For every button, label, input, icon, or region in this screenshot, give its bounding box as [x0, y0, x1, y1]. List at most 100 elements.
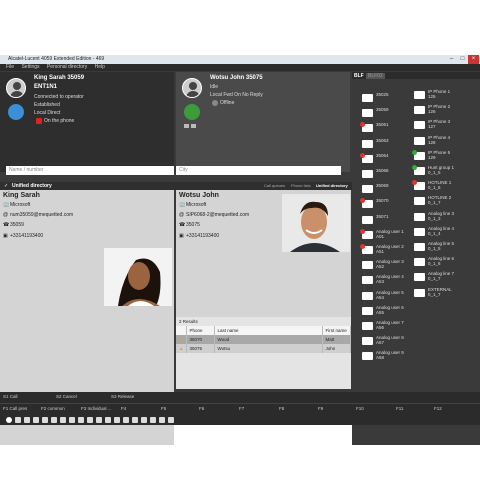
tab-unified-directory-left[interactable]: Unified directory — [12, 183, 52, 189]
fkey-12[interactable]: F12 — [434, 404, 442, 414]
people-icon[interactable] — [24, 417, 30, 423]
blf-item[interactable]: Analog user 6 A55 — [362, 305, 422, 320]
fkey-3[interactable]: F3 Individual ... — [81, 404, 112, 414]
fkey-4[interactable]: F4 — [121, 404, 126, 414]
blf-item[interactable]: EXTERNAL 0_1_7 — [414, 287, 474, 302]
chat-icon[interactable] — [8, 104, 24, 120]
blf-item[interactable]: 35071 — [362, 214, 422, 229]
tab-call-queues[interactable]: Call queues — [264, 183, 285, 188]
blf-item[interactable]: Analog user 1 A01 — [360, 228, 422, 244]
fkey-11[interactable]: F11 — [396, 404, 403, 414]
directory-checkbox-icon[interactable]: ✓ — [4, 183, 8, 189]
blf-item[interactable]: Analog user 3 A52 — [362, 259, 422, 274]
blf-item[interactable]: Analog line 6 0_1_6 — [414, 256, 474, 271]
softkey-call[interactable]: S1 Call — [3, 392, 18, 402]
blf-item[interactable]: 35069 — [362, 183, 422, 198]
fkey-5[interactable]: F5 — [161, 404, 166, 414]
blf-item[interactable]: Analog line 4 0_1_4 — [414, 226, 474, 241]
tab-phone-lists[interactable]: Phone lists — [291, 183, 311, 188]
blf-item[interactable]: IP Phone 4 128 — [414, 135, 474, 150]
blf-item[interactable]: Analog user 2 A51 — [360, 244, 422, 259]
volume-icon[interactable] — [51, 417, 57, 423]
blf-item[interactable]: Analog user 9 A58 — [362, 350, 422, 365]
transfer-icon[interactable] — [105, 417, 111, 423]
mail-icon[interactable] — [132, 417, 138, 423]
contact-company: Microsoft — [186, 202, 207, 208]
contact-mobile[interactable]: +33141193400 — [10, 233, 43, 239]
column-phone[interactable]: Phone — [186, 326, 215, 335]
table-row[interactable]: ▲ 35070 Wood Matt — [176, 335, 351, 344]
blf-item[interactable]: 35070 — [360, 198, 422, 213]
hold-icon[interactable] — [96, 417, 102, 423]
company-icon: 🏢 — [3, 202, 10, 208]
blf-item[interactable]: Analog user 7 A56 — [362, 320, 422, 335]
edit-icon[interactable] — [168, 417, 174, 423]
results-header-row: Phone Last name First name — [176, 326, 351, 335]
help-icon[interactable] — [159, 417, 165, 423]
fkey-10[interactable]: F10 — [356, 404, 364, 414]
keypad-icon[interactable] — [78, 417, 84, 423]
call-panel-left[interactable]: King Sarah 35059 ENT1N1 Connected to ope… — [0, 72, 174, 172]
tab-blf[interactable]: BLF — [354, 73, 364, 79]
softkey-cancel[interactable]: S2 Cancel — [56, 392, 77, 402]
blf-item[interactable]: HOTLINE 1 0_1_6 — [412, 180, 474, 195]
answer-call-icon[interactable] — [184, 104, 200, 120]
blf-item[interactable]: IP Phone 3 127 — [414, 119, 474, 134]
tab-unified-directory[interactable]: Unified directory — [316, 183, 348, 188]
fkey-9[interactable]: F9 — [318, 404, 323, 414]
menu-personal-directory[interactable]: Personal directory — [47, 64, 87, 71]
contact-mobile[interactable]: +33141193400 — [186, 233, 219, 239]
fkey-6[interactable]: F6 — [199, 404, 204, 414]
speaker-icon[interactable] — [42, 417, 48, 423]
table-row[interactable]: ▲ 35075 Wotsu John — [176, 344, 351, 353]
fkey-2[interactable]: F2 common — [41, 404, 65, 414]
fkey-1[interactable]: F1 Call pres — [3, 404, 27, 414]
blf-item[interactable]: Analog user 4 A53 — [362, 274, 422, 289]
blf-item[interactable]: IP Phone 1 125 — [414, 89, 474, 104]
blf-item[interactable]: Analog line 5 0_1_5 — [414, 241, 474, 256]
blf-item[interactable]: IP Phone 5 129 — [412, 149, 474, 165]
blf-item[interactable]: Analog line 7 0_1_7 — [414, 271, 474, 286]
blf-item[interactable]: 35061 — [360, 122, 422, 137]
blf-item[interactable]: Analog line 3 0_1_3 — [414, 211, 474, 226]
minimize-icon[interactable]: – — [446, 55, 457, 64]
blf-item[interactable]: 35059 — [362, 107, 422, 122]
park-icon[interactable] — [123, 417, 129, 423]
tab-blf02[interactable]: BLF02 — [366, 73, 385, 79]
arrow-right-icon[interactable] — [69, 417, 75, 423]
blf-item[interactable]: IP Phone 2 126 — [414, 104, 474, 119]
phone-status-icon — [362, 94, 373, 102]
menu-file[interactable]: File — [6, 64, 14, 71]
menu-help[interactable]: Help — [95, 64, 105, 71]
column-first-name[interactable]: First name — [322, 326, 351, 335]
contact-phone[interactable]: 35075 — [186, 222, 200, 228]
contact-email[interactable]: num35059@mequetted.com — [10, 212, 73, 218]
menu-settings[interactable]: Settings — [21, 64, 39, 71]
phone-icon[interactable] — [15, 417, 21, 423]
city-input[interactable]: City — [176, 166, 341, 175]
maximize-icon[interactable]: □ — [457, 55, 468, 64]
arrow-left-icon[interactable] — [60, 417, 66, 423]
blf-item[interactable]: Analog user 8 A57 — [362, 335, 422, 350]
close-icon[interactable]: × — [468, 55, 479, 64]
contact-phone[interactable]: 35059 — [10, 222, 24, 228]
blf-item[interactable]: 35025 — [362, 92, 422, 107]
chat-icon[interactable] — [87, 417, 93, 423]
blf-item[interactable]: Hunt group 1 0_1_5 — [412, 165, 474, 180]
contact-email[interactable]: SIP6068-2@mequetted.com — [186, 212, 249, 218]
blf-item-label: IP Phone 1 125 — [428, 89, 451, 99]
mic-icon[interactable] — [33, 417, 39, 423]
conference-icon[interactable] — [114, 417, 120, 423]
softkey-release[interactable]: S3 Release — [111, 392, 134, 402]
contact-name: King Sarah — [3, 192, 40, 199]
blf-item[interactable]: HOTLINE 2 0_1_7 — [414, 195, 474, 210]
column-last-name[interactable]: Last name — [214, 326, 323, 335]
fkey-7[interactable]: F7 — [239, 404, 244, 414]
record-icon[interactable] — [6, 417, 12, 423]
call-panel-right[interactable]: Wotsu John 35075 Idle Local Fwd On No Re… — [176, 72, 350, 172]
fkey-8[interactable]: F8 — [279, 404, 284, 414]
camera-icon[interactable] — [141, 417, 147, 423]
blf-item[interactable]: Analog user 5 A54 — [362, 290, 422, 305]
name-number-input[interactable]: Name / number — [6, 166, 174, 175]
settings-icon[interactable] — [150, 417, 156, 423]
